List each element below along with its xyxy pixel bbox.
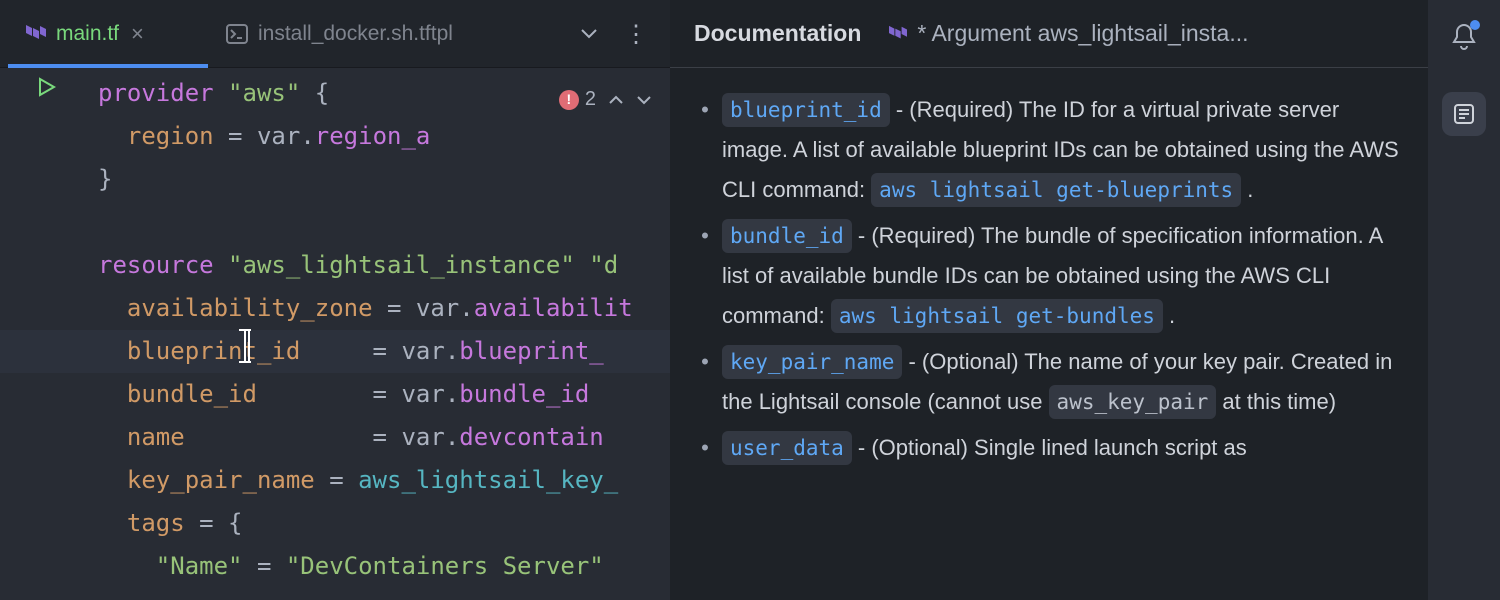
- code-reference: aws_key_pair: [1049, 385, 1217, 419]
- error-badge[interactable]: ! 2: [559, 78, 596, 121]
- notification-dot-icon: [1470, 20, 1480, 30]
- doc-list-item: • blueprint_id - (Required) The ID for a…: [688, 90, 1410, 210]
- doc-list-item: • user_data - (Optional) Single lined la…: [688, 428, 1410, 468]
- tab-install-docker[interactable]: install_docker.sh.tftpl: [208, 0, 471, 67]
- arg-tag: blueprint_id: [722, 93, 890, 127]
- doc-tab-documentation[interactable]: Documentation: [694, 20, 861, 47]
- doc-list-item: • key_pair_name - (Optional) The name of…: [688, 342, 1410, 422]
- arg-tag: bundle_id: [722, 219, 852, 253]
- doc-body[interactable]: • blueprint_id - (Required) The ID for a…: [670, 68, 1428, 600]
- editor-tab-bar: main.tf × install_docker.sh.tftpl ⋮: [0, 0, 670, 68]
- editor-pane: main.tf × install_docker.sh.tftpl ⋮ ! 2: [0, 0, 670, 600]
- cli-command: aws lightsail get-bundles: [831, 299, 1163, 333]
- tab-label: main.tf: [56, 22, 119, 46]
- error-icon: !: [559, 90, 579, 110]
- arg-tag: user_data: [722, 431, 852, 465]
- chevron-down-icon[interactable]: [580, 28, 598, 40]
- doc-tab-bar: Documentation * Argument aws_lightsail_i…: [670, 0, 1428, 68]
- notifications-button[interactable]: [1450, 22, 1478, 52]
- chevron-down-icon[interactable]: [636, 95, 652, 105]
- error-count: 2: [585, 78, 596, 121]
- tab-main-tf[interactable]: main.tf ×: [8, 0, 208, 67]
- code-editor[interactable]: ! 2 provider "aws" { region = var.region…: [0, 68, 670, 600]
- documentation-pane: Documentation * Argument aws_lightsail_i…: [670, 0, 1428, 600]
- doc-list-item: • bundle_id - (Required) The bundle of s…: [688, 216, 1410, 336]
- terminal-icon: [226, 24, 248, 44]
- arg-tag: key_pair_name: [722, 345, 902, 379]
- doc-tab-label: Documentation: [694, 20, 861, 47]
- terraform-icon: [26, 23, 46, 45]
- tab-label: install_docker.sh.tftpl: [258, 22, 453, 46]
- doc-tab-label: * Argument aws_lightsail_insta...: [917, 20, 1248, 47]
- cli-command: aws lightsail get-blueprints: [871, 173, 1241, 207]
- doc-tab-argument[interactable]: * Argument aws_lightsail_insta...: [889, 20, 1248, 47]
- right-sidebar: [1428, 0, 1500, 600]
- run-icon[interactable]: [36, 76, 58, 98]
- terraform-icon: [889, 24, 907, 44]
- current-line: blueprint_id = var.blueprint_: [0, 330, 670, 373]
- chevron-up-icon[interactable]: [608, 95, 624, 105]
- docs-sidebar-button[interactable]: [1442, 92, 1486, 136]
- more-icon[interactable]: ⋮: [624, 20, 648, 48]
- close-icon[interactable]: ×: [131, 21, 144, 47]
